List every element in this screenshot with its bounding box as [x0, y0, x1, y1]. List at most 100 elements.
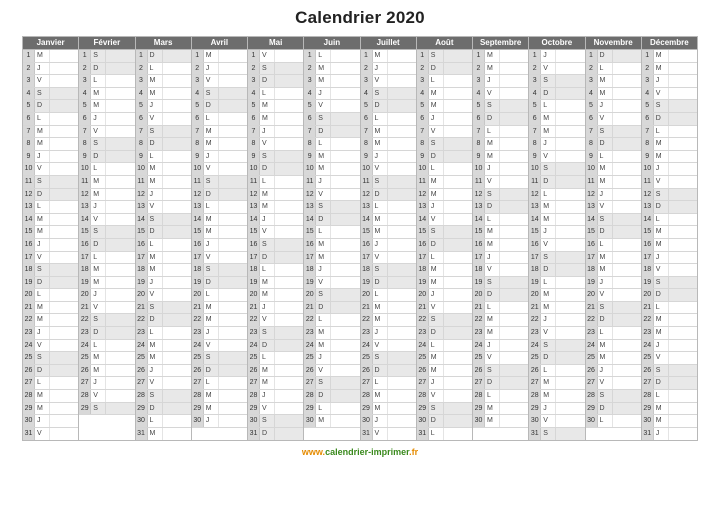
day-of-week: M: [91, 277, 105, 289]
day-note-space: [499, 390, 528, 402]
day-number: 26: [248, 365, 260, 377]
day-cell: 22M: [23, 314, 78, 327]
day-of-week: M: [260, 365, 274, 377]
day-cell: 13L: [361, 201, 416, 214]
day-of-week: J: [541, 226, 555, 238]
day-note-space: [49, 377, 78, 389]
day-of-week: S: [485, 365, 499, 377]
day-note-space: [612, 138, 641, 150]
day-note-space: [612, 201, 641, 213]
day-number: 20: [529, 289, 541, 301]
day-number: 31: [23, 428, 35, 441]
day-cell: 20J: [79, 289, 134, 302]
day-note-space: [387, 151, 416, 163]
day-number: 21: [361, 302, 373, 314]
day-note-space: [668, 314, 697, 326]
day-number: 25: [248, 352, 260, 364]
day-of-week: S: [91, 403, 105, 415]
day-of-week: D: [541, 264, 555, 276]
day-note-space: [387, 314, 416, 326]
day-number: 8: [304, 138, 316, 150]
day-note-space: [668, 252, 697, 264]
day-of-week: M: [204, 138, 218, 150]
day-cell: 13D: [473, 201, 528, 214]
day-number: 6: [642, 113, 654, 125]
day-note-space: [555, 138, 584, 150]
day-note-space: [49, 189, 78, 201]
day-number: 7: [417, 126, 429, 138]
day-of-week: V: [35, 340, 49, 352]
day-number: 21: [417, 302, 429, 314]
day-number: 8: [192, 138, 204, 150]
day-cell: 20L: [23, 289, 78, 302]
day-cell: 13L: [23, 201, 78, 214]
day-cell: 7D: [304, 126, 359, 139]
day-note-space: [105, 277, 134, 289]
day-cell: [586, 428, 641, 441]
day-note-space: [162, 75, 191, 87]
day-cell: 13L: [192, 201, 247, 214]
day-note-space: [330, 277, 359, 289]
day-note-space: [387, 75, 416, 87]
day-cell: 10L: [79, 163, 134, 176]
day-cell: 22M: [361, 314, 416, 327]
day-number: 27: [136, 377, 148, 389]
day-cell: 25D: [529, 352, 584, 365]
day-note-space: [105, 302, 134, 314]
day-note-space: [49, 277, 78, 289]
day-note-space: [387, 126, 416, 138]
day-note-space: [330, 302, 359, 314]
day-cell: 19J: [136, 277, 191, 290]
day-of-week: M: [429, 189, 443, 201]
day-note-space: [612, 390, 641, 402]
day-of-week: S: [485, 277, 499, 289]
day-number: 22: [417, 314, 429, 326]
day-cell: 14S: [136, 214, 191, 227]
day-number: 5: [361, 100, 373, 112]
day-note-space: [668, 214, 697, 226]
day-note-space: [218, 390, 247, 402]
day-of-week: J: [485, 252, 499, 264]
day-number: 11: [473, 176, 485, 188]
day-note-space: [330, 264, 359, 276]
day-note-space: [668, 428, 697, 441]
day-cell: 27V: [136, 377, 191, 390]
day-note-space: [555, 163, 584, 175]
day-note-space: [387, 302, 416, 314]
day-cell: 17M: [586, 252, 641, 265]
day-note-space: [105, 151, 134, 163]
day-of-week: V: [204, 252, 218, 264]
day-note-space: [387, 189, 416, 201]
day-of-week: M: [429, 264, 443, 276]
day-note-space: [555, 314, 584, 326]
day-of-week: J: [541, 138, 555, 150]
day-note-space: [162, 252, 191, 264]
day-of-week: D: [204, 365, 218, 377]
day-of-week: J: [485, 163, 499, 175]
day-cell: 24L: [79, 340, 134, 353]
day-number: 4: [642, 88, 654, 100]
footer-part-b: calendrier-imprimer: [325, 447, 409, 457]
day-cell: 12M: [79, 189, 134, 202]
day-of-week: D: [148, 403, 162, 415]
day-of-week: V: [373, 340, 387, 352]
day-number: 16: [79, 239, 91, 251]
day-note-space: [555, 428, 584, 441]
day-cell: 18L: [248, 264, 303, 277]
day-of-week: M: [373, 50, 387, 62]
day-number: 18: [529, 264, 541, 276]
day-number: 7: [192, 126, 204, 138]
day-note-space: [105, 314, 134, 326]
day-number: 20: [23, 289, 35, 301]
day-number: 15: [79, 226, 91, 238]
day-of-week: M: [35, 390, 49, 402]
day-number: 26: [79, 365, 91, 377]
day-cell: 23M: [642, 327, 697, 340]
day-number: 12: [473, 189, 485, 201]
day-note-space: [105, 126, 134, 138]
day-note-space: [443, 327, 472, 339]
day-note-space: [443, 63, 472, 75]
day-number: 4: [304, 88, 316, 100]
day-of-week: J: [373, 63, 387, 75]
day-of-week: M: [373, 302, 387, 314]
